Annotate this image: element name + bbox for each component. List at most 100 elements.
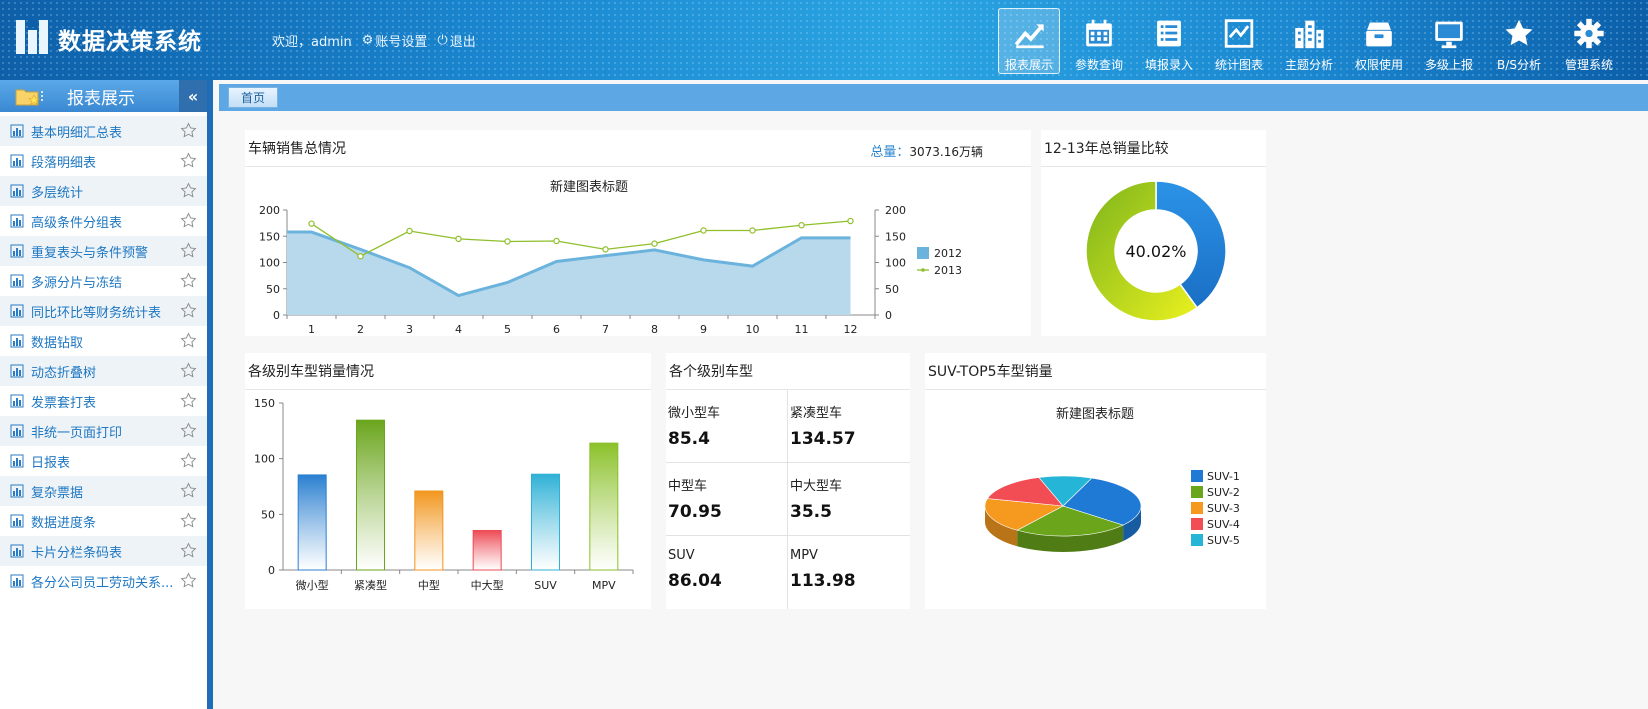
nav-item-label: 权限使用 — [1354, 58, 1403, 72]
nav-item-7[interactable]: B/S分析 — [1488, 8, 1550, 74]
nav-item-2[interactable]: 填报录入 — [1138, 8, 1200, 74]
level-cell-1: 紧凑型车 134.57 — [788, 390, 910, 463]
level-value: 70.95 — [668, 502, 722, 522]
nav-item-label: 填报录入 — [1144, 58, 1193, 72]
sidebar-item-6[interactable]: 同比环比等财务统计表 — [0, 296, 207, 326]
sidebar-title: 报表展示 — [67, 88, 135, 109]
nav-item-label: 多级上报 — [1424, 58, 1473, 72]
bar-0 — [297, 474, 327, 571]
report-chart-icon — [10, 424, 24, 438]
favorite-star-icon[interactable] — [180, 182, 197, 199]
x-tick-label: 微小型 — [296, 578, 329, 592]
legend-swatch-4 — [1191, 534, 1203, 546]
sidebar-item-1[interactable]: 段落明细表 — [0, 146, 207, 176]
buildings-icon — [1295, 20, 1324, 49]
sidebar-item-4[interactable]: 重复表头与条件预警 — [0, 236, 207, 266]
series-2013-line — [311, 220, 851, 257]
favorite-star-icon[interactable] — [180, 152, 197, 169]
favorite-star-icon[interactable] — [180, 572, 197, 589]
legend-label-0: SUV-1 — [1207, 470, 1240, 483]
chart-title: 新建图表标题 — [550, 179, 628, 195]
legend-label-4: SUV-5 — [1207, 534, 1240, 547]
sidebar-item-label: 动态折叠树 — [31, 365, 97, 381]
welcome-text: 欢迎，admin — [272, 35, 352, 50]
compare-donut-chart: 40.02% — [1085, 180, 1227, 322]
account-settings-link[interactable]: ⚙ 账号设置 — [362, 31, 428, 50]
favorite-star-icon[interactable] — [180, 242, 197, 259]
x-tick-label: 12 — [844, 323, 858, 336]
sidebar-item-12[interactable]: 复杂票据 — [0, 476, 207, 506]
sidebar-item-2[interactable]: 多层统计 — [0, 176, 207, 206]
favorite-star-icon[interactable] — [180, 302, 197, 319]
series-2013-point — [700, 227, 707, 234]
sidebar-item-7[interactable]: 数据钻取 — [0, 326, 207, 356]
sidebar-item-11[interactable]: 日报表 — [0, 446, 207, 476]
favorite-star-icon[interactable] — [180, 332, 197, 349]
nav-item-6[interactable]: 多级上报 — [1418, 8, 1480, 74]
y-tick-label: 150 — [254, 397, 275, 410]
suv-panel: SUV-TOP5车型销量 新建图表标题 SUV-1 SUV-2 SUV-3 SUV-4 S… — [925, 353, 1266, 609]
nav-item-3[interactable]: 统计图表 — [1208, 8, 1270, 74]
sidebar-item-label: 发票套打表 — [31, 395, 97, 411]
box-icon — [1366, 22, 1392, 47]
monitor-icon — [1435, 21, 1463, 49]
level-cell-4: SUV 86.04 — [666, 536, 788, 609]
legend-2013-label: 2013 — [934, 264, 962, 277]
y2-tick-label: 0 — [885, 309, 892, 322]
sidebar-item-13[interactable]: 数据进度条 — [0, 506, 207, 536]
sales-line-chart: 新建图表标题0 050 50100 100150 150200 2001 2 3 4 5 6 7 8 9 1… — [259, 179, 962, 336]
level-label: SUV — [668, 548, 695, 563]
favorite-star-icon[interactable] — [180, 542, 197, 559]
level-cell-2: 中型车 70.95 — [666, 463, 788, 536]
favorite-star-icon[interactable] — [180, 482, 197, 499]
bar-5 — [589, 442, 619, 571]
bar-1 — [356, 419, 385, 571]
sidebar-item-10[interactable]: 非统一页面打印 — [0, 416, 207, 446]
star-icon — [1505, 19, 1533, 46]
sidebar-item-14[interactable]: 卡片分栏条码表 — [0, 536, 207, 566]
favorite-star-icon[interactable] — [180, 362, 197, 379]
user-bar: 欢迎，admin ⚙ 账号设置 ⏻ 退出 — [272, 31, 476, 50]
y-tick-label: 0 — [273, 309, 280, 322]
sidebar-item-label: 重复表头与条件预警 — [31, 245, 149, 261]
favorite-star-icon[interactable] — [180, 452, 197, 469]
report-chart-icon — [10, 334, 24, 348]
nav-item-8[interactable]: 管理系统 — [1558, 8, 1620, 74]
report-chart-icon — [10, 574, 24, 588]
favorite-star-icon[interactable] — [180, 272, 197, 289]
favorite-star-icon[interactable] — [180, 512, 197, 529]
nav-item-4[interactable]: 主题分析 — [1278, 8, 1340, 74]
x-tick-label: 3 — [406, 323, 413, 336]
legend-swatch-0 — [1191, 470, 1203, 482]
sidebar-item-3[interactable]: 高级条件分组表 — [0, 206, 207, 236]
bar-2 — [414, 490, 444, 571]
tab-home[interactable]: 首页 — [228, 87, 278, 108]
sidebar-item-9[interactable]: 发票套打表 — [0, 386, 207, 416]
level-value: 85.4 — [668, 429, 710, 449]
nav-item-5[interactable]: 权限使用 — [1348, 8, 1410, 74]
donut-center-label: 40.02% — [1125, 242, 1186, 261]
sidebar-item-8[interactable]: 动态折叠树 — [0, 356, 207, 386]
x-tick-label: 10 — [746, 323, 760, 336]
level-value: 86.04 — [668, 571, 722, 591]
types-bar-chart: 0 50 100 150 微小型 紧凑型 中型 中大型 SUV MPV — [254, 397, 634, 592]
sidebar-item-5[interactable]: 多源分片与冻结 — [0, 266, 207, 296]
legend-2013-dot — [921, 268, 925, 272]
favorite-star-icon[interactable] — [180, 212, 197, 229]
sidebar-item-0[interactable]: 基本明细汇总表 — [0, 116, 207, 146]
nav-item-1[interactable]: 参数查询 — [1068, 8, 1130, 74]
sidebar-item-15[interactable]: 各分公司员工劳动关系... — [0, 566, 207, 596]
sidebar-collapse-button[interactable]: « — [179, 80, 207, 112]
x-tick-label: SUV — [534, 579, 557, 592]
logout-link[interactable]: ⏻ 退出 — [437, 31, 475, 50]
favorite-star-icon[interactable] — [180, 122, 197, 139]
series-2013-point — [798, 222, 805, 229]
favorite-star-icon[interactable] — [180, 422, 197, 439]
series-2013-point — [847, 217, 854, 225]
nav-item-0[interactable]: 报表展示 — [998, 8, 1060, 74]
account-settings-label: 账号设置 — [375, 35, 428, 50]
sidebar-item-label: 段落明细表 — [31, 155, 97, 171]
favorite-star-icon[interactable] — [180, 392, 197, 409]
report-chart-icon — [10, 514, 24, 528]
series-2013-point — [651, 240, 658, 247]
